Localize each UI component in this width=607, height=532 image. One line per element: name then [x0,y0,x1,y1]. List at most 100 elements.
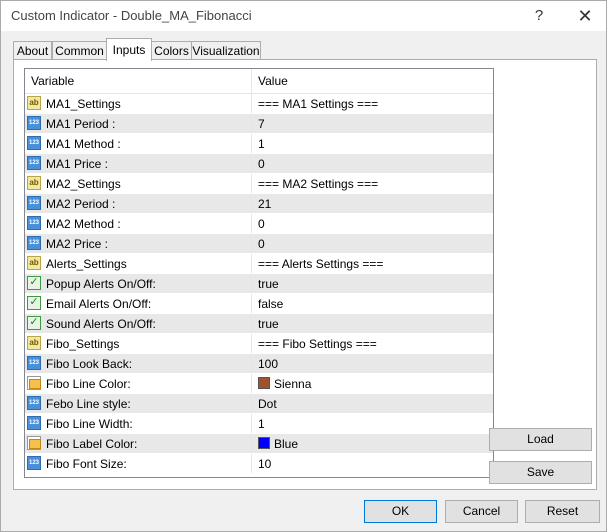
number-icon: 123 [27,116,41,130]
variable-cell[interactable]: 123 MA1 Period : [25,114,252,133]
table-row[interactable]: ab Alerts_Settings === Alerts Settings === [25,254,493,274]
color-icon [27,436,41,450]
value-cell[interactable]: === Fibo Settings === [252,334,492,353]
table-row[interactable]: ab MA1_Settings === MA1 Settings === [25,94,493,114]
value-text: 1 [258,417,265,431]
column-header-variable[interactable]: Variable [31,74,74,88]
bool-icon: ✓ [27,276,41,290]
table-row[interactable]: ab Fibo_Settings === Fibo Settings === [25,334,493,354]
value-text: === Alerts Settings === [258,257,384,271]
value-text: === Fibo Settings === [258,337,377,351]
variable-cell[interactable]: 123 MA2 Price : [25,234,252,253]
load-button[interactable]: Load [489,428,592,451]
value-cell[interactable]: 1 [252,414,492,433]
string-icon: ab [27,96,41,110]
bool-icon: ✓ [27,316,41,330]
close-icon[interactable]: ✕ [573,5,597,27]
value-cell[interactable]: false [252,294,492,313]
table-row[interactable]: ✓ Sound Alerts On/Off: true [25,314,493,334]
variable-cell[interactable]: 123 MA2 Method : [25,214,252,233]
table-row[interactable]: 123 Febo Line style: Dot [25,394,493,414]
variable-cell[interactable]: Fibo Label Color: [25,434,252,453]
tab-common[interactable]: Common [52,41,107,61]
table-row[interactable]: 123 MA2 Method : 0 [25,214,493,234]
column-header-value[interactable]: Value [258,74,288,88]
variable-cell[interactable]: 123 MA1 Method : [25,134,252,153]
variable-cell[interactable]: 123 Febo Line style: [25,394,252,413]
table-row[interactable]: 123 MA1 Period : 7 [25,114,493,134]
custom-indicator-dialog: Custom Indicator - Double_MA_Fibonacci ?… [0,0,607,532]
variable-cell[interactable]: ✓ Email Alerts On/Off: [25,294,252,313]
variable-cell[interactable]: 123 MA2 Period : [25,194,252,213]
table-row[interactable]: 123 MA2 Price : 0 [25,234,493,254]
inputs-panel: Variable Value ab MA1_Settings === MA1 Set… [13,59,597,490]
variable-name: Email Alerts On/Off: [46,297,152,311]
save-button[interactable]: Save [489,461,592,484]
tab-colors[interactable]: Colors [151,41,192,61]
help-icon[interactable]: ? [527,5,551,27]
variable-cell[interactable]: ab Fibo_Settings [25,334,252,353]
table-row[interactable]: Fibo Line Color: Sienna [25,374,493,394]
cancel-button[interactable]: Cancel [445,500,518,523]
table-row[interactable]: 123 MA2 Period : 21 [25,194,493,214]
variable-cell[interactable]: ✓ Sound Alerts On/Off: [25,314,252,333]
value-cell[interactable]: Dot [252,394,492,413]
value-cell[interactable]: 100 [252,354,492,373]
value-cell[interactable]: 10 [252,454,492,473]
tab-visualization[interactable]: Visualization [191,41,261,61]
value-cell[interactable]: Sienna [252,374,492,393]
variable-name: Fibo Font Size: [46,457,127,471]
value-cell[interactable]: 1 [252,134,492,153]
variable-cell[interactable]: 123 MA1 Price : [25,154,252,173]
table-row[interactable]: ab MA2_Settings === MA2 Settings === [25,174,493,194]
table-row[interactable]: 123 MA1 Price : 0 [25,154,493,174]
variable-name: Febo Line style: [46,397,131,411]
table-row[interactable]: 123 Fibo Font Size: 10 [25,454,493,474]
table-row[interactable]: ✓ Email Alerts On/Off: false [25,294,493,314]
variable-cell[interactable]: ab Alerts_Settings [25,254,252,273]
ok-button[interactable]: OK [364,500,437,523]
string-icon: ab [27,336,41,350]
variable-cell[interactable]: 123 Fibo Line Width: [25,414,252,433]
window-title: Custom Indicator - Double_MA_Fibonacci [11,8,252,23]
number-icon: 123 [27,416,41,430]
variable-cell[interactable]: 123 Fibo Font Size: [25,454,252,473]
variable-name: MA2 Price : [46,237,109,251]
variable-name: MA2_Settings [46,177,121,191]
value-text: true [258,277,279,291]
table-row[interactable]: 123 MA1 Method : 1 [25,134,493,154]
value-text: 10 [258,457,272,471]
variable-name: Fibo Line Width: [46,417,133,431]
value-cell[interactable]: true [252,314,492,333]
table-row[interactable]: Fibo Label Color: Blue [25,434,493,454]
variable-cell[interactable]: Fibo Line Color: [25,374,252,393]
tab-inputs[interactable]: Inputs [106,38,152,61]
variable-cell[interactable]: ✓ Popup Alerts On/Off: [25,274,252,293]
value-cell[interactable]: 0 [252,214,492,233]
string-icon: ab [27,176,41,190]
variable-cell[interactable]: ab MA1_Settings [25,94,252,113]
value-cell[interactable]: === MA2 Settings === [252,174,492,193]
value-cell[interactable]: === MA1 Settings === [252,94,492,113]
table-row[interactable]: ✓ Popup Alerts On/Off: true [25,274,493,294]
variable-cell[interactable]: 123 Fibo Look Back: [25,354,252,373]
value-cell[interactable]: Blue [252,434,492,453]
value-cell[interactable]: 0 [252,154,492,173]
color-icon [27,376,41,390]
variable-cell[interactable]: ab MA2_Settings [25,174,252,193]
value-cell[interactable]: 0 [252,234,492,253]
table-row[interactable]: 123 Fibo Line Width: 1 [25,414,493,434]
tab-about[interactable]: About [13,41,52,61]
value-text: Sienna [274,377,312,391]
column-divider[interactable] [251,69,252,93]
value-cell[interactable]: 21 [252,194,492,213]
variable-name: Sound Alerts On/Off: [46,317,156,331]
value-cell[interactable]: 7 [252,114,492,133]
value-cell[interactable]: true [252,274,492,293]
value-text: === MA2 Settings === [258,177,379,191]
reset-button[interactable]: Reset [525,500,600,523]
number-icon: 123 [27,356,41,370]
table-row[interactable]: 123 Fibo Look Back: 100 [25,354,493,374]
value-cell[interactable]: === Alerts Settings === [252,254,492,273]
grid-rows: ab MA1_Settings === MA1 Settings === 123 MA1… [25,94,493,474]
